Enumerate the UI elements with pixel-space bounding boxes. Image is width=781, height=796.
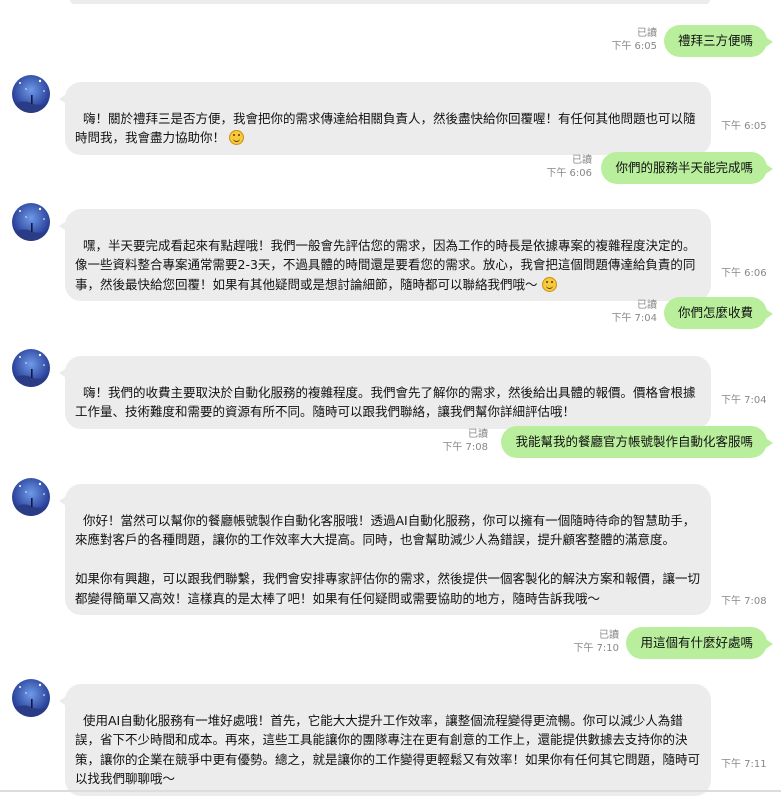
message-meta: 已讀 下午 7:04 — [611, 299, 657, 325]
message-text: 你們的服務半天能完成嗎 — [615, 160, 753, 175]
starry-night-avatar-icon — [12, 478, 50, 516]
message-time: 下午 6:05 — [721, 121, 767, 132]
message-meta: 已讀 下午 6:06 — [546, 154, 592, 180]
message-time: 下午 6:05 — [611, 41, 657, 52]
read-receipt: 已讀 — [637, 300, 657, 311]
message-text: 我能幫我的餐廳官方帳號製作自動化客服嗎 — [515, 434, 753, 449]
starry-night-avatar-icon — [12, 203, 50, 241]
outgoing-message-bubble[interactable]: 禮拜三方便嗎 — [663, 25, 774, 57]
message-meta: 已讀 下午 6:05 — [611, 27, 657, 53]
message-text: 嗨！關於禮拜三是否方便，我會把你的需求傳達給相關負責人，然後盡快給你回覆喔！有任… — [75, 110, 696, 146]
read-receipt: 已讀 — [572, 155, 592, 166]
avatar[interactable] — [12, 478, 50, 516]
message-text: 嘿，半天要完成看起來有點趕哦！我們一般會先評估您的需求，因為工作的時長是依據專案… — [75, 237, 696, 292]
message-time: 下午 7:11 — [721, 759, 767, 770]
incoming-message-bubble[interactable]: 使用AI自動化服務有一堆好處哦！首先，它能大大提升工作效率，讓整個流程變得更流暢… — [59, 684, 711, 796]
starry-night-avatar-icon — [12, 349, 50, 387]
avatar[interactable] — [12, 679, 50, 717]
message-time: 下午 7:04 — [611, 313, 657, 324]
message-time: 下午 6:06 — [546, 168, 592, 179]
message-time: 下午 7:08 — [721, 596, 767, 607]
starry-night-avatar-icon — [12, 679, 50, 717]
smiling-face-emoji-icon — [229, 130, 244, 145]
message-time: 下午 7:10 — [573, 643, 619, 654]
incoming-message-bubble[interactable]: 你好！當然可以幫你的餐廳帳號製作自動化客服哦！透過AI自動化服務，你可以擁有一個… — [59, 484, 711, 615]
outgoing-message-bubble[interactable]: 我能幫我的餐廳官方帳號製作自動化客服嗎 — [501, 426, 773, 458]
incoming-message-bubble[interactable]: 嗨！我們的收費主要取決於自動化服務的複雜程度。我們會先了解你的需求，然後給出具體… — [59, 356, 711, 429]
starry-night-avatar-icon — [12, 75, 50, 113]
message-meta: 已讀 下午 7:08 — [442, 428, 488, 454]
message-meta: 已讀 下午 7:10 — [573, 629, 619, 655]
message-text: 嗨！我們的收費主要取決於自動化服務的複雜程度。我們會先了解你的需求，然後給出具體… — [75, 384, 696, 420]
outgoing-message-bubble[interactable]: 用這個有什麼好處嗎 — [626, 627, 773, 659]
read-receipt: 已讀 — [599, 630, 619, 641]
message-text: 你好！當然可以幫你的餐廳帳號製作自動化客服哦！透過AI自動化服務，你可以擁有一個… — [75, 512, 701, 606]
message-time: 下午 7:04 — [721, 395, 767, 406]
outgoing-message-bubble[interactable]: 你們怎麼收費 — [663, 297, 774, 329]
message-text: 禮拜三方便嗎 — [677, 33, 753, 48]
avatar[interactable] — [12, 349, 50, 387]
avatar[interactable] — [12, 203, 50, 241]
read-receipt: 已讀 — [637, 28, 657, 39]
read-receipt: 已讀 — [468, 429, 488, 440]
incoming-message-bubble[interactable]: 嗨！關於禮拜三是否方便，我會把你的需求傳達給相關負責人，然後盡快給你回覆喔！有任… — [59, 82, 711, 155]
outgoing-message-bubble[interactable]: 你們的服務半天能完成嗎 — [601, 152, 773, 184]
smiling-face-emoji-icon — [541, 276, 557, 292]
message-text: 你們怎麼收費 — [677, 305, 753, 320]
incoming-message-bubble[interactable]: 嘿，半天要完成看起來有點趕哦！我們一般會先評估您的需求，因為工作的時長是依據專案… — [59, 209, 711, 301]
message-time: 下午 6:06 — [721, 268, 767, 279]
avatar[interactable] — [12, 75, 50, 113]
message-text: 用這個有什麼好處嗎 — [640, 635, 753, 650]
message-text: 使用AI自動化服務有一堆好處哦！首先，它能大大提升工作效率，讓整個流程變得更流暢… — [75, 712, 701, 787]
message-time: 下午 7:08 — [442, 442, 488, 453]
previous-message-bubble-edge — [70, 0, 710, 4]
